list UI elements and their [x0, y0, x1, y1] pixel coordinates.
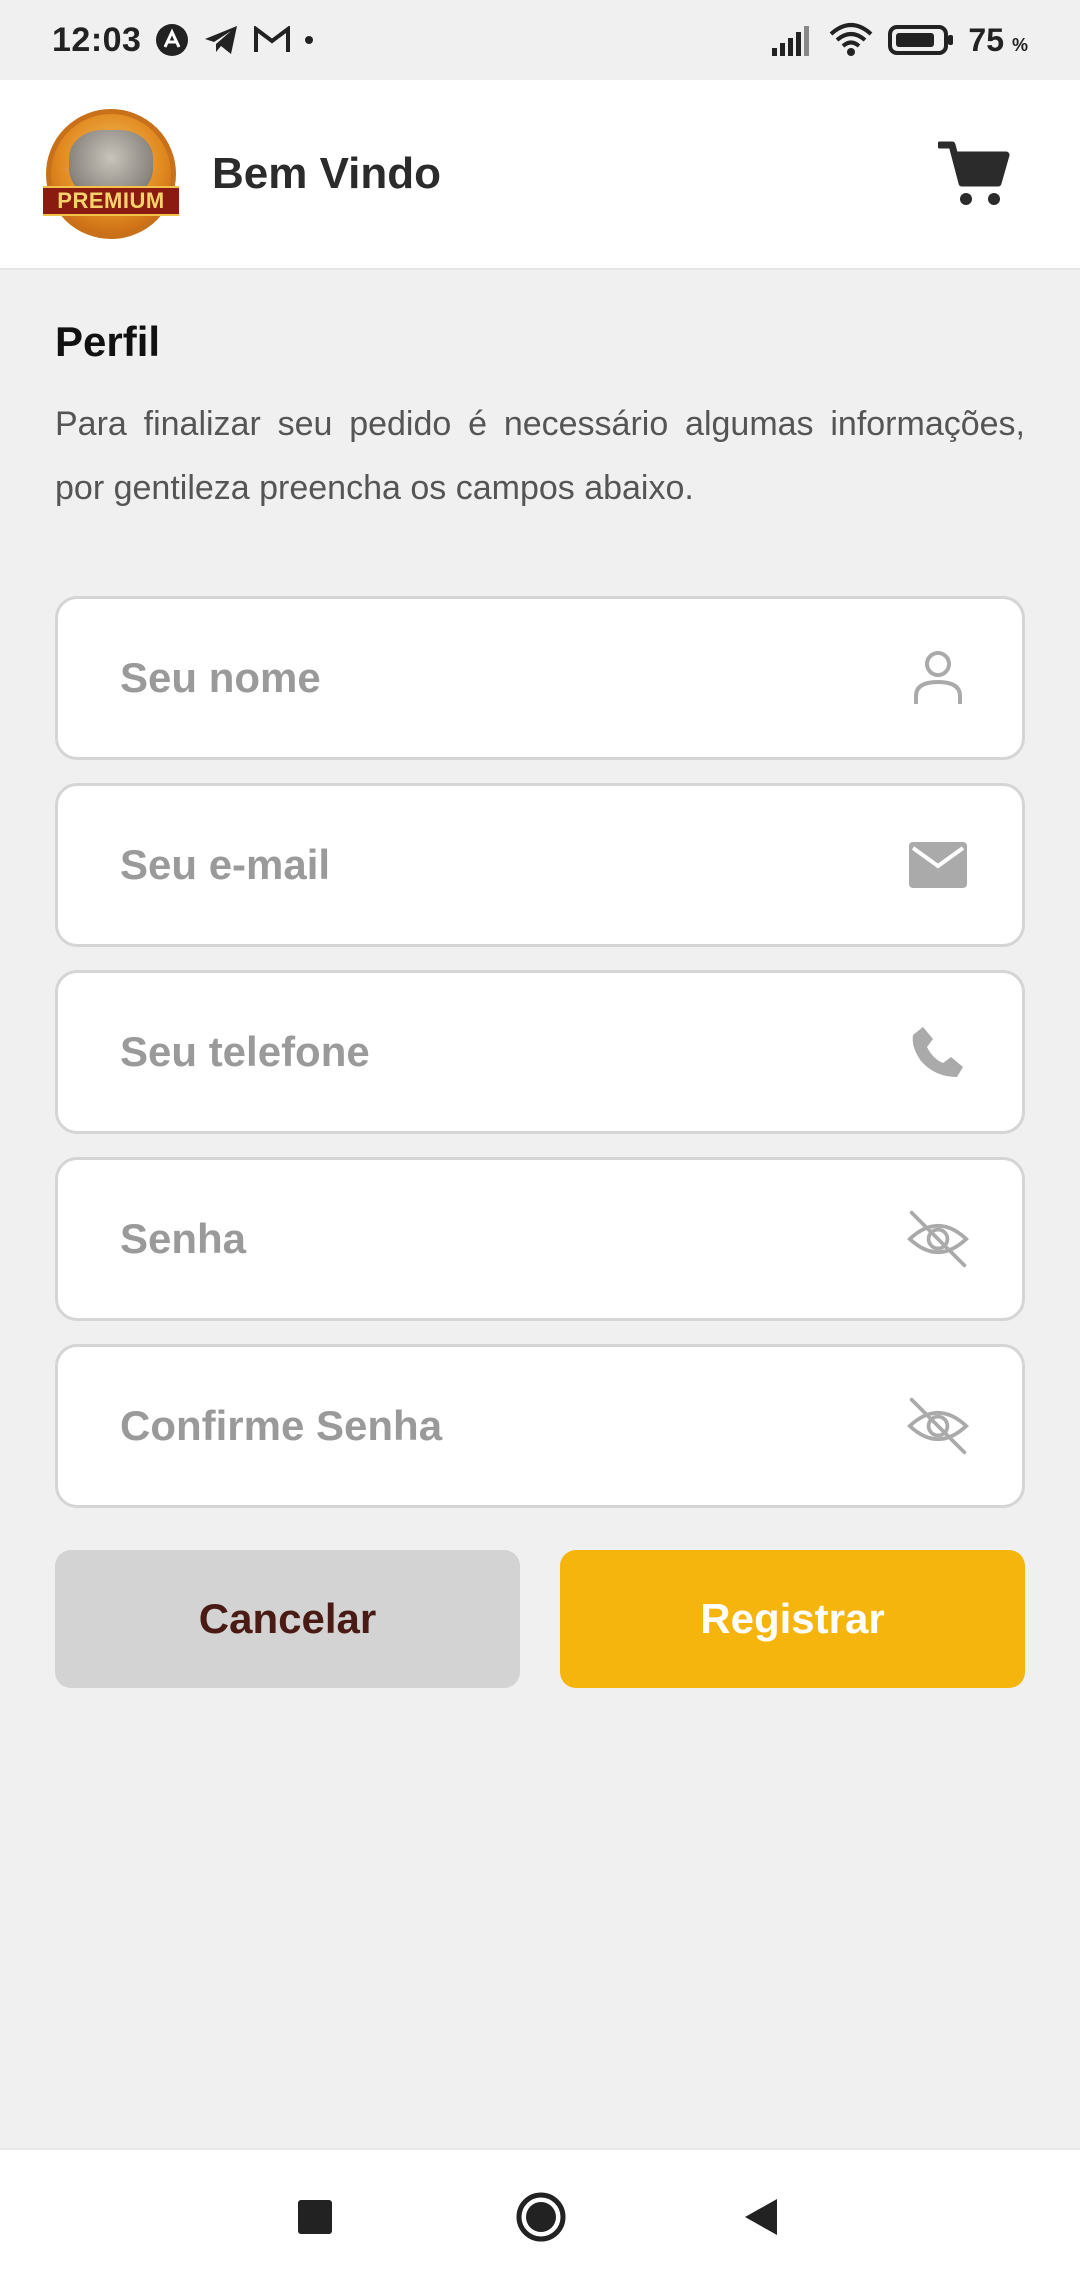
section-description: Para finalizar seu pedido é necessário a… [55, 405, 1025, 507]
confirm-password-input[interactable] [120, 1402, 880, 1450]
app-notification-icon [155, 23, 189, 57]
form-actions: Cancelar Registrar [55, 1550, 1025, 1688]
cancel-button[interactable]: Cancelar [55, 1550, 520, 1688]
back-button[interactable] [726, 2182, 796, 2252]
signal-icon [770, 24, 814, 56]
more-notifications-dot [305, 36, 314, 44]
password-input[interactable] [120, 1215, 880, 1263]
square-icon [298, 2200, 332, 2234]
register-button[interactable]: Registrar [560, 1550, 1025, 1688]
section-title: Perfil [55, 318, 161, 365]
profile-section: Perfil Para finalizar seu pedido é neces… [55, 318, 1025, 520]
phone-icon [906, 1020, 970, 1084]
telegram-icon [203, 24, 239, 56]
status-bar: 12:03 75 % [0, 0, 1080, 80]
registration-form [55, 596, 1025, 1531]
phone-field [55, 970, 1025, 1134]
mail-icon [906, 833, 970, 897]
name-input[interactable] [120, 654, 880, 702]
wifi-icon [828, 22, 874, 58]
cart-icon [938, 141, 1010, 205]
app-title: Bem Vindo [212, 149, 442, 198]
status-time: 12:03 [52, 20, 142, 59]
confirm-password-field [55, 1344, 1025, 1508]
circle-icon [516, 2192, 566, 2242]
recent-apps-button[interactable] [280, 2182, 350, 2252]
email-field [55, 783, 1025, 947]
brand-logo: PREMIUM [43, 109, 179, 239]
email-input[interactable] [120, 841, 880, 889]
gmail-icon [253, 26, 291, 54]
logo-banner-text: PREMIUM [43, 186, 179, 216]
app-bar: PREMIUM Bem Vindo [0, 80, 1080, 270]
battery-icon [888, 24, 954, 56]
password-field [55, 1157, 1025, 1321]
triangle-back-icon [745, 2199, 777, 2235]
eye-off-icon[interactable] [906, 1394, 970, 1458]
phone-input[interactable] [120, 1028, 880, 1076]
person-icon [906, 646, 970, 710]
name-field [55, 596, 1025, 760]
battery-level: 75 [968, 21, 1004, 58]
battery-unit: % [1011, 34, 1028, 55]
home-button[interactable] [506, 2182, 576, 2252]
system-nav-bar [0, 2148, 1080, 2280]
eye-off-icon[interactable] [906, 1207, 970, 1271]
cart-button[interactable] [936, 136, 1012, 212]
